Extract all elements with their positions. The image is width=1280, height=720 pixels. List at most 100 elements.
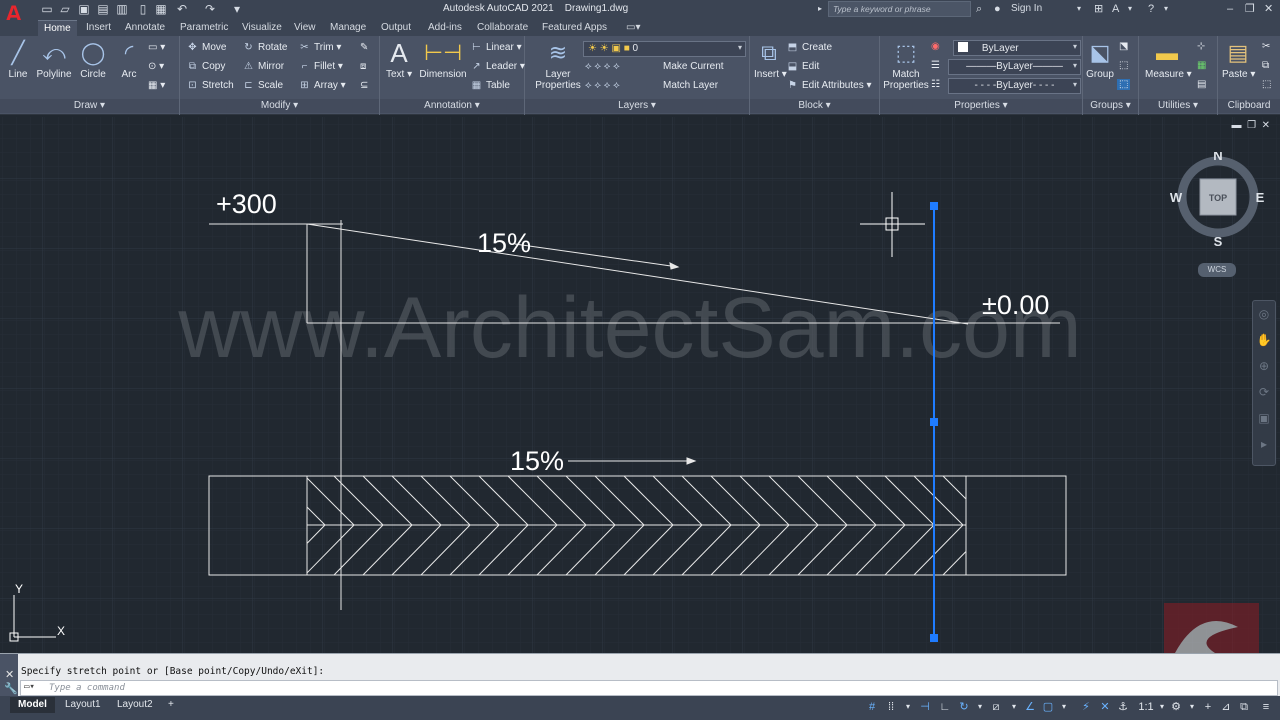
save-icon[interactable]: ▣ [77, 2, 91, 16]
auto-scale-icon[interactable]: ✕ [1097, 699, 1113, 715]
rotate-button[interactable]: ↻ Rotate [242, 42, 287, 53]
grip-top[interactable] [930, 202, 938, 210]
tab-annotate[interactable]: Annotate [125, 22, 165, 33]
color-dropdown[interactable]: ByLayer ▾ [953, 40, 1081, 56]
circle-button[interactable]: ◯ Circle [79, 39, 107, 80]
model-tab[interactable]: Model [10, 697, 55, 713]
clipboard-panel-title[interactable]: Clipboard [1218, 99, 1280, 113]
tab-visualize[interactable]: Visualize [242, 22, 282, 33]
annotation-scale-icon[interactable]: ⚓ [1115, 699, 1131, 715]
trim-button[interactable]: ✂ Trim ▾ [298, 42, 341, 53]
tab-insert[interactable]: Insert [86, 22, 111, 33]
create-block-button[interactable]: ⬒ Create [786, 42, 832, 53]
layer-tools-row2[interactable]: ⟡ ⟡ ⟡ ⟡ [585, 80, 620, 91]
viewport-restore-icon[interactable]: ❐ [1247, 120, 1256, 131]
workspace-switch-icon[interactable]: ⚙ [1168, 699, 1184, 715]
text-button[interactable]: A Text ▾ [386, 39, 412, 80]
select-all-icon[interactable]: ▤ [1197, 79, 1206, 90]
compass-south[interactable]: S [1214, 234, 1223, 248]
isodraft-icon[interactable]: ⧄ [988, 699, 1004, 715]
viewport-close-icon[interactable]: ✕ [1262, 120, 1270, 131]
layer-properties-button[interactable]: ≋ Layer Properties [535, 39, 581, 91]
slope-label-lower[interactable]: 15% [510, 446, 564, 476]
restore-icon[interactable]: ❐ [1245, 2, 1255, 16]
array-button[interactable]: ⊞ Array ▾ [298, 80, 345, 91]
autodesk-a360-icon[interactable]: A [1112, 2, 1119, 16]
annotation-panel-title[interactable]: Annotation ▾ [380, 99, 524, 113]
units-icon[interactable]: ⊿ [1218, 699, 1234, 715]
group-button[interactable]: ⬕ Group [1085, 39, 1115, 80]
sign-in-link[interactable]: Sign In [1011, 2, 1042, 16]
save-as-icon[interactable]: ▤ [96, 2, 110, 16]
scale-button[interactable]: ⊏ Scale [242, 80, 283, 91]
level-label-top[interactable]: +300 [216, 189, 277, 219]
layers-panel-title[interactable]: Layers ▾ [525, 99, 749, 113]
tab-output[interactable]: Output [381, 22, 411, 33]
line-button[interactable]: ╱ Line [6, 39, 30, 80]
open-file-icon[interactable]: ▱ [58, 2, 72, 16]
orbit-icon[interactable]: ⟳ [1253, 379, 1275, 405]
match-properties-button[interactable]: ⬚ Match Properties [882, 39, 930, 91]
id-point-icon[interactable]: ⊹ [1197, 41, 1205, 52]
move-button[interactable]: ✥ Move [186, 42, 226, 53]
group-edit-icon[interactable]: ⬚ [1119, 60, 1128, 71]
web-mobile-icon[interactable]: ▥ [115, 2, 129, 16]
fillet-button[interactable]: ⌐ Fillet ▾ [298, 61, 343, 72]
ungroup-icon[interactable]: ⬔ [1119, 41, 1128, 52]
arc-button[interactable]: ◜ Arc [117, 39, 141, 80]
print-icon[interactable]: ▦ [154, 2, 168, 16]
copy-base-icon[interactable]: ⬚ [1262, 79, 1271, 90]
grip-bottom[interactable] [930, 634, 938, 642]
explode-icon[interactable]: ⧈ [360, 61, 366, 72]
erase-icon[interactable]: ✎ [360, 42, 368, 53]
match-layer-button[interactable]: Match Layer [663, 80, 718, 91]
lineweight-dropdown[interactable]: ———ByLayer——— ▾ [948, 59, 1081, 75]
mirror-button[interactable]: ⚠ Mirror [242, 61, 284, 72]
compass-west[interactable]: W [1170, 190, 1183, 205]
command-input[interactable]: ▭▾ Type a command [20, 680, 1278, 696]
stretch-button[interactable]: ⊡ Stretch [186, 80, 233, 91]
annotation-visibility-icon[interactable]: ⚡ [1078, 699, 1094, 715]
help-icon[interactable]: ? [1148, 2, 1154, 16]
workspace-dropdown-icon[interactable]: ▾ [1184, 699, 1200, 715]
table-button[interactable]: ▦ Table [470, 80, 510, 91]
zoom-extents-icon[interactable]: ⊕ [1253, 353, 1275, 379]
compass-east[interactable]: E [1256, 190, 1265, 205]
minimize-icon[interactable]: – [1227, 2, 1233, 16]
group-selection-icon[interactable]: ⬚ [1117, 79, 1131, 90]
customization-icon[interactable]: ≡ [1258, 699, 1274, 715]
layer-dropdown[interactable]: ☀ ☀ ▣ ■ 0 ▾ [583, 41, 746, 57]
drawing-canvas[interactable]: www.ArchitectSam.com +300 ±0.00 15% 15% [0, 117, 1280, 653]
block-panel-title[interactable]: Block ▾ [750, 99, 879, 113]
copy-button[interactable]: ⧉ Copy [186, 61, 225, 72]
close-icon[interactable]: ✕ [1264, 2, 1273, 16]
command-line-grip[interactable]: ✕ 🔧 [0, 654, 18, 697]
linear-button[interactable]: ⊢ Linear ▾ [470, 42, 521, 53]
lineweight-icon[interactable]: ☰ [931, 60, 940, 71]
search-expand-icon[interactable]: ▸ [818, 2, 822, 16]
a360-dropdown-icon[interactable]: ▾ [1128, 2, 1132, 16]
new-file-icon[interactable]: ▭ [40, 2, 54, 16]
edit-attributes-button[interactable]: ⚑ Edit Attributes ▾ [786, 80, 872, 91]
viewport-minimize-icon[interactable]: ▬ [1232, 120, 1242, 131]
linetype-dropdown[interactable]: - - - -ByLayer- - - - ▾ [948, 78, 1081, 94]
grid-toggle-icon[interactable]: # [864, 699, 880, 715]
phone-icon[interactable]: ▯ [136, 2, 150, 16]
tab-featured-apps[interactable]: Featured Apps [542, 22, 607, 33]
tab-collaborate[interactable]: Collaborate [477, 22, 528, 33]
edit-block-button[interactable]: ⬓ Edit [786, 61, 819, 72]
snap-dropdown-icon[interactable]: ▾ [900, 699, 916, 715]
modify-panel-title[interactable]: Modify ▾ [180, 99, 379, 113]
object-snap-tracking-icon[interactable]: ∠ [1022, 699, 1038, 715]
steering-wheel-icon[interactable]: ◎ [1253, 301, 1275, 327]
quick-calc-icon[interactable]: ▦ [1197, 60, 1206, 71]
grip-mid[interactable] [930, 418, 938, 426]
isodraft-dropdown-icon[interactable]: ▾ [1006, 699, 1022, 715]
compass-north[interactable]: N [1213, 152, 1222, 163]
infer-constraints-icon[interactable]: ⊣ [917, 699, 933, 715]
draw-panel-title[interactable]: Draw ▾ [0, 99, 179, 113]
make-current-button[interactable]: Make Current [663, 61, 724, 72]
level-label-zero[interactable]: ±0.00 [982, 290, 1049, 320]
search-input[interactable]: Type a keyword or phrase [828, 1, 971, 17]
color-wheel-icon[interactable]: ◉ [931, 41, 940, 52]
